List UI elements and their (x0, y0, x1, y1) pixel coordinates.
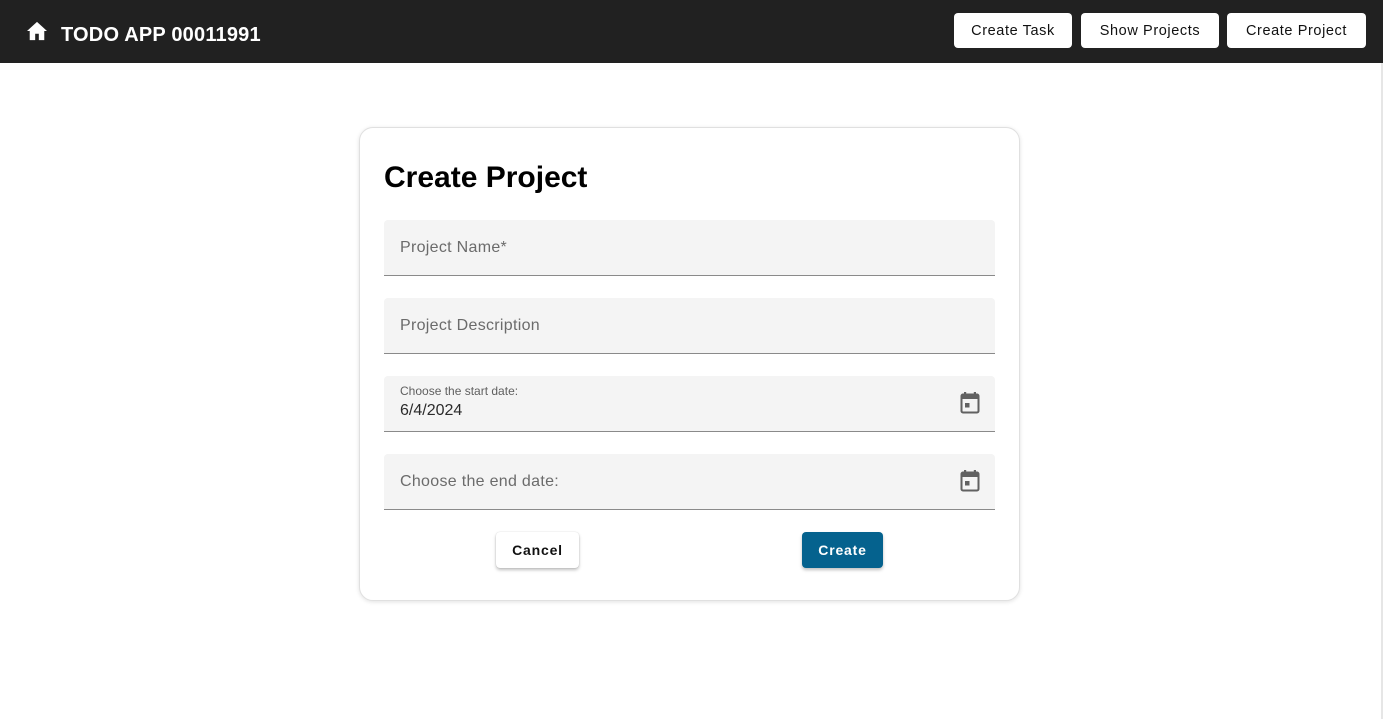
cancel-button[interactable]: Cancel (496, 532, 579, 568)
calendar-icon-glyph (960, 470, 980, 492)
create-button[interactable]: Create (802, 532, 883, 568)
home-icon[interactable] (24, 18, 50, 44)
project-name-input[interactable] (400, 237, 940, 259)
show-projects-button[interactable]: Show Projects (1081, 13, 1219, 48)
top-toolbar: TODO APP 00011991 Create Task Show Proje… (0, 0, 1383, 63)
page-title: Create Project (384, 161, 588, 194)
calendar-icon[interactable] (958, 391, 982, 415)
start-date-input[interactable] (400, 400, 940, 422)
end-date-field[interactable] (384, 454, 995, 510)
calendar-icon-glyph (960, 392, 980, 414)
home-icon-glyph (27, 21, 47, 41)
project-description-field[interactable] (384, 298, 995, 354)
start-date-field[interactable]: Choose the start date: (384, 376, 995, 432)
project-name-field[interactable] (384, 220, 995, 276)
start-date-label: Choose the start date: (400, 384, 519, 398)
app-title: TODO APP 00011991 (61, 24, 261, 46)
end-date-input[interactable] (400, 471, 940, 493)
calendar-icon[interactable] (958, 469, 982, 493)
create-project-nav-button[interactable]: Create Project (1227, 13, 1366, 48)
project-description-input[interactable] (400, 315, 940, 337)
create-project-card: Create Project Choose the start date: (359, 127, 1020, 601)
create-task-button[interactable]: Create Task (954, 13, 1072, 48)
